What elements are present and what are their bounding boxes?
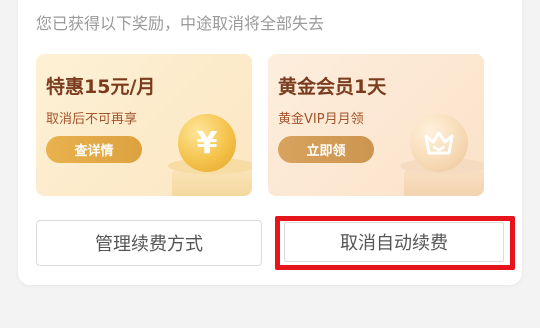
crown-icon: [424, 131, 454, 155]
warning-notice: 您已获得以下奖励，中途取消将全部失去: [36, 14, 325, 33]
benefit-subtitle: 黄金VIP月月领: [278, 112, 364, 127]
claim-now-button[interactable]: 立即领: [278, 136, 374, 163]
cancel-auto-renew-button[interactable]: 取消自动续费: [284, 222, 504, 262]
benefit-card-discount: 特惠15元/月 取消后不可再享 查详情 ¥: [36, 54, 252, 196]
yen-coin-icon: ¥: [178, 114, 236, 172]
crown-coin-icon: [410, 114, 468, 172]
manage-renewal-button[interactable]: 管理续费方式: [36, 220, 262, 266]
benefit-title: 特惠15元/月: [46, 76, 156, 98]
benefit-card-gold-member: 黄金会员1天 黄金VIP月月领 立即领: [268, 54, 484, 196]
benefit-subtitle: 取消后不可再享: [46, 112, 138, 127]
yen-symbol: ¥: [196, 125, 218, 161]
view-details-button[interactable]: 查详情: [46, 136, 142, 163]
benefit-title: 黄金会员1天: [278, 76, 387, 98]
